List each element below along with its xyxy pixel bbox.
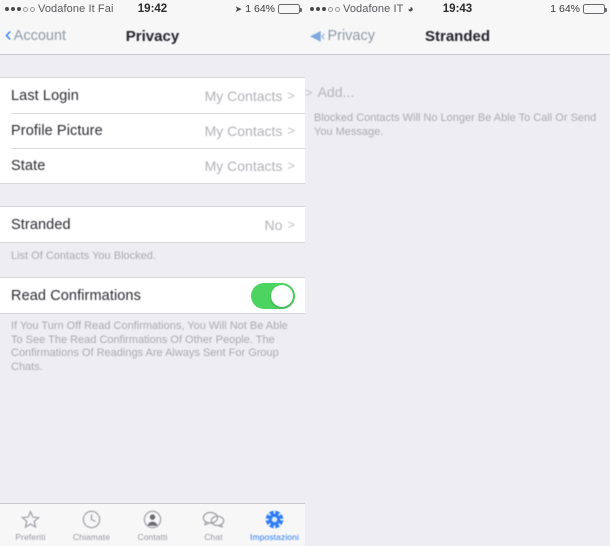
tab-preferiti[interactable]: Preferiti bbox=[0, 508, 61, 542]
footnote-blocked-contacts: Blocked Contacts Will No Longer Be Able … bbox=[314, 112, 597, 138]
tab-chiamate[interactable]: Chiamate bbox=[61, 508, 122, 542]
spacer-top bbox=[305, 55, 610, 77]
tab-impostazioni[interactable]: Impostazioni bbox=[244, 508, 305, 542]
chevron-right-icon: > bbox=[305, 84, 313, 100]
row-label: State bbox=[11, 157, 46, 174]
status-bar: Vodafone IT ◕ 19:43 1 64% bbox=[305, 0, 610, 18]
status-bar-left: Vodafone IT ◕ bbox=[310, 3, 413, 15]
footnote-read-confirmations: If You Turn Off Read Confirmations, You … bbox=[11, 320, 288, 373]
signal-strength-icon bbox=[5, 6, 35, 12]
row-label: Read Confirmations bbox=[11, 287, 141, 304]
spacer-between-groups bbox=[0, 184, 305, 206]
spacer-before-read-confirmations bbox=[0, 263, 305, 277]
tab-chat[interactable]: Chat bbox=[183, 508, 244, 542]
row-read-confirmations[interactable]: Read Confirmations bbox=[0, 278, 305, 313]
chevron-right-icon: > bbox=[287, 158, 295, 173]
navigation-bar: ◀‹ Privacy Stranded bbox=[305, 18, 610, 55]
row-label: Stranded bbox=[11, 216, 71, 233]
location-arrow-icon: ➤ bbox=[234, 3, 243, 14]
row-label: Last Login bbox=[11, 87, 79, 104]
gear-icon bbox=[264, 508, 285, 530]
tab-contatti[interactable]: Contatti bbox=[122, 508, 183, 542]
row-value-text: My Contacts bbox=[204, 122, 283, 139]
status-bar-right: 1 64% bbox=[550, 3, 607, 15]
settings-content: Last Login My Contacts > Profile Picture… bbox=[0, 55, 305, 546]
back-button-label: Privacy bbox=[327, 28, 375, 44]
row-last-login[interactable]: Last Login My Contacts > bbox=[0, 78, 305, 113]
left-screen-privacy: Vodafone It Fai 19:42 ➤ 1 64% ‹ Account … bbox=[0, 0, 305, 546]
battery-icon bbox=[278, 4, 302, 14]
tab-label: Impostazioni bbox=[250, 532, 299, 542]
read-confirmations-toggle[interactable] bbox=[251, 282, 295, 309]
settings-group-stranded: Stranded No > bbox=[0, 206, 305, 243]
right-screen-stranded: Vodafone IT ◕ 19:43 1 64% ◀‹ Privacy Str… bbox=[305, 0, 610, 546]
navigation-bar: ‹ Account Privacy bbox=[0, 18, 305, 55]
carrier-label: Vodafone It Fai bbox=[38, 3, 114, 15]
row-value-text: My Contacts bbox=[204, 157, 283, 174]
back-button-label: Account bbox=[13, 28, 67, 44]
tab-label: Preferiti bbox=[15, 532, 46, 542]
row-label: Profile Picture bbox=[11, 122, 103, 139]
settings-group-visibility: Last Login My Contacts > Profile Picture… bbox=[0, 77, 305, 184]
battery-percent-label: 1 64% bbox=[245, 3, 275, 15]
settings-group-read-confirmations: Read Confirmations bbox=[0, 277, 305, 314]
wifi-icon: ◕ bbox=[407, 3, 414, 15]
tab-label: Chat bbox=[204, 532, 223, 542]
chevron-right-icon: > bbox=[287, 217, 295, 232]
row-add-blocked-contact[interactable]: > Add... bbox=[305, 77, 610, 107]
row-state[interactable]: State My Contacts > bbox=[0, 148, 305, 183]
tab-label: Chiamate bbox=[72, 532, 111, 542]
row-value-text: No bbox=[264, 216, 283, 233]
row-value-text: My Contacts bbox=[204, 87, 283, 104]
clock-icon bbox=[81, 508, 102, 530]
battery-percent-label: 1 64% bbox=[550, 3, 580, 15]
toggle-knob bbox=[271, 284, 293, 307]
back-button-account[interactable]: ‹ Account bbox=[0, 24, 67, 46]
status-bar: Vodafone It Fai 19:42 ➤ 1 64% bbox=[0, 0, 305, 18]
row-stranded[interactable]: Stranded No > bbox=[0, 207, 305, 242]
battery-icon bbox=[583, 4, 607, 14]
star-icon bbox=[20, 508, 41, 530]
chevron-right-icon: > bbox=[287, 88, 295, 103]
carrier-label: Vodafone IT bbox=[343, 3, 404, 15]
person-icon bbox=[142, 508, 163, 530]
signal-strength-icon bbox=[310, 6, 340, 12]
tab-label: Contatti bbox=[137, 532, 168, 542]
spacer-top bbox=[0, 55, 305, 77]
row-value: My Contacts > bbox=[205, 88, 295, 104]
row-value: My Contacts > bbox=[205, 123, 295, 139]
row-profile-picture[interactable]: Profile Picture My Contacts > bbox=[0, 113, 305, 148]
row-value: My Contacts > bbox=[205, 158, 295, 174]
tab-bar: Preferiti Chiamate Contatti Chat Imposta… bbox=[0, 503, 305, 546]
stranded-content: > Add... Blocked Contacts Will No Longer… bbox=[305, 55, 610, 546]
chevron-left-icon: ◀‹ bbox=[310, 27, 326, 43]
back-button-privacy[interactable]: ◀‹ Privacy bbox=[305, 28, 375, 44]
status-bar-left: Vodafone It Fai bbox=[5, 3, 114, 15]
row-value: No > bbox=[265, 217, 296, 233]
chat-bubbles-icon bbox=[202, 508, 225, 530]
add-contact-label: Add... bbox=[317, 84, 355, 100]
status-bar-right: ➤ 1 64% bbox=[234, 3, 302, 15]
chevron-right-icon: > bbox=[287, 123, 295, 138]
footnote-stranded: List Of Contacts You Blocked. bbox=[11, 250, 156, 262]
chevron-left-icon: ‹ bbox=[5, 24, 12, 46]
